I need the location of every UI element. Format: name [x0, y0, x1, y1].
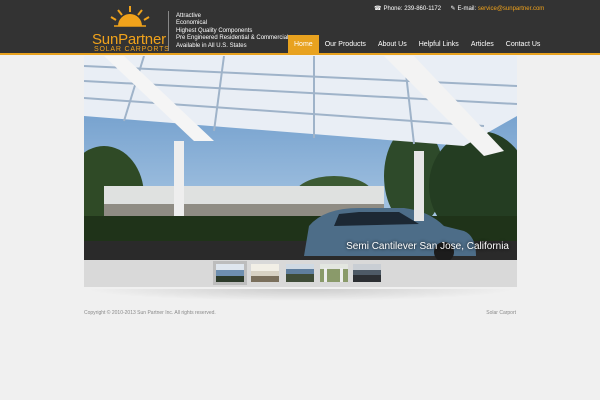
tagline-item: Available in All U.S. States — [176, 42, 247, 49]
header-divider — [168, 11, 169, 51]
phone-icon: ☎ — [374, 6, 382, 12]
tagline-item: Economical — [176, 20, 208, 27]
thumbnail-3[interactable] — [286, 264, 314, 282]
hero-slider[interactable]: Semi Cantilever San Jose, California — [84, 56, 517, 260]
nav-helpful-links[interactable]: Helpful Links — [413, 35, 465, 55]
email-label: E-mail: — [457, 6, 477, 12]
contact-info: ☎ Phone: 239-860-1172 ✎ E-mail: service@su… — [374, 5, 544, 12]
main-nav: Home Our Products About Us Helpful Links… — [288, 35, 546, 55]
thumbnail-5[interactable] — [353, 264, 381, 282]
pen-icon: ✎ — [450, 6, 456, 12]
nav-articles[interactable]: Articles — [465, 35, 500, 55]
tagline-list: Attractive Economical Highest Quality Co… — [176, 13, 288, 50]
thumbnail-2[interactable] — [251, 264, 279, 282]
site-header: SunPartner SOLAR CARPORTS Attractive Eco… — [0, 0, 600, 55]
phone-label: Phone: — [383, 6, 403, 12]
logo[interactable]: SunPartner SOLAR CARPORTS — [92, 6, 169, 53]
slide-caption: Semi Cantilever San Jose, California — [346, 241, 509, 252]
nav-our-products[interactable]: Our Products — [319, 35, 372, 55]
tagline-item: Highest Quality Components — [176, 27, 253, 34]
tagline-item: Attractive — [176, 13, 202, 19]
email-link[interactable]: service@sunpartner.com — [478, 6, 544, 12]
thumbnail-strip — [84, 260, 517, 287]
copyright-text: Copyright © 2010-2013 Sun Partner Inc. A… — [84, 310, 216, 316]
footer-link-solar-carport[interactable]: Solar Carport — [486, 310, 516, 316]
tagline-item: Pre Engineered Residential & Commercial — [176, 35, 289, 42]
thumbnail-4[interactable] — [320, 264, 348, 282]
nav-about-us[interactable]: About Us — [372, 35, 413, 55]
slider-shadow — [84, 289, 517, 301]
nav-home[interactable]: Home — [288, 35, 319, 55]
phone-number: 239-860-1172 — [404, 6, 442, 12]
thumbnail-1[interactable] — [213, 261, 247, 285]
brand-subtitle: SOLAR CARPORTS — [94, 46, 170, 53]
carport-photo — [84, 56, 517, 260]
nav-contact-us[interactable]: Contact Us — [500, 35, 547, 55]
sun-logo-icon — [110, 6, 150, 27]
